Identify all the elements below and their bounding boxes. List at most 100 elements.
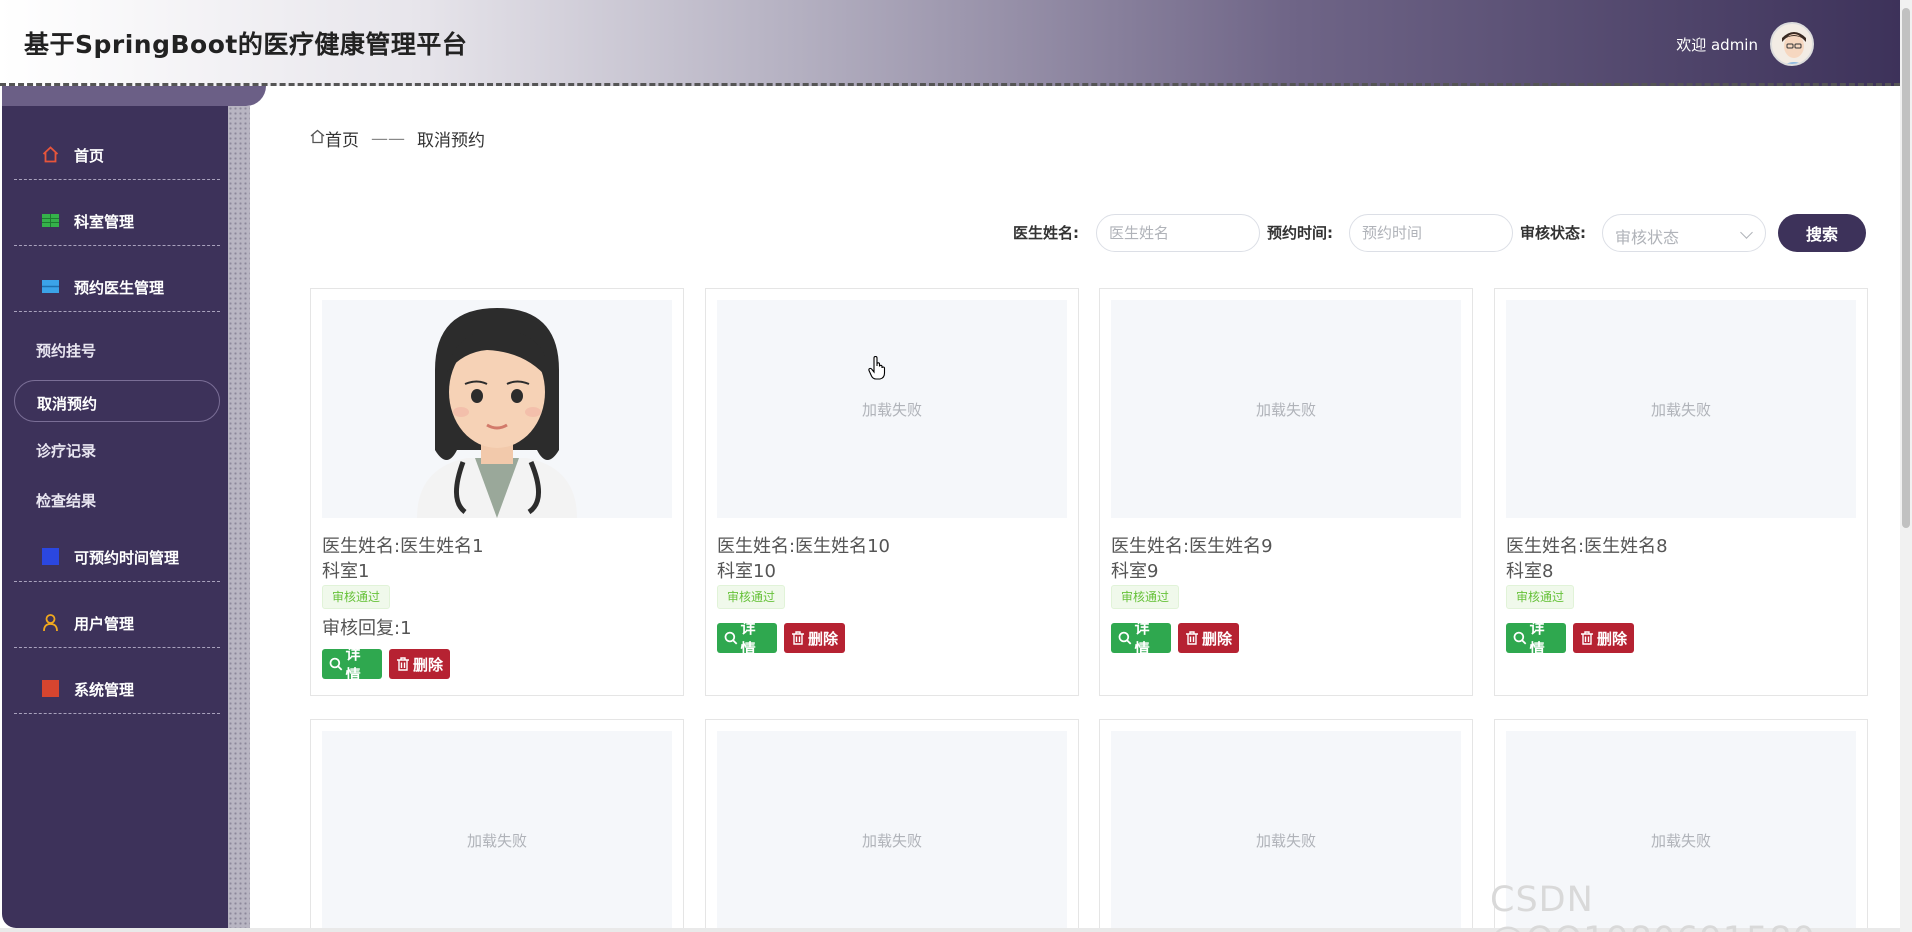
breadcrumb: 首页 —— 取消预约 (310, 126, 485, 151)
user-icon (42, 614, 59, 632)
sidebar-subitem-cancel-appointment[interactable]: 取消预约 (14, 380, 220, 422)
trash-icon (1186, 631, 1198, 645)
review-status-label: 审核状态: (1520, 224, 1586, 242)
search-button[interactable]: 搜索 (1778, 214, 1866, 252)
doctor-photo (322, 300, 672, 518)
department: 科室10 (717, 561, 776, 582)
status-badge: 审核通过 (322, 585, 391, 609)
trash-icon (397, 657, 409, 671)
detail-button[interactable]: 详情 (717, 619, 777, 658)
doctor-photo-failed: 加载失败 (322, 731, 672, 932)
appointment-card: 医生姓名:医生姓名1 科室1 审核通过 审核回复:1 详情 删除 (310, 288, 684, 696)
review-status-placeholder: 审核状态 (1615, 228, 1680, 247)
detail-button-label: 详情 (740, 619, 756, 658)
review-status-select[interactable]: 审核状态 (1602, 214, 1766, 252)
department: 科室1 (322, 561, 370, 582)
search-icon (329, 657, 343, 671)
detail-button[interactable]: 详情 (1506, 619, 1566, 658)
search-icon (1513, 631, 1527, 645)
delete-button-label: 删除 (413, 655, 444, 674)
sidebar-item-label: 系统管理 (74, 681, 135, 699)
department: 科室9 (1111, 561, 1159, 582)
sidebar-item-available-time[interactable]: 可预约时间管理 (14, 530, 220, 582)
review-reply: 审核回复:1 (322, 618, 412, 639)
delete-button[interactable]: 删除 (389, 649, 450, 679)
doctor-name-label: 医生姓名: (1013, 224, 1079, 242)
appointment-time-input[interactable] (1349, 214, 1513, 252)
sidebar-item-home[interactable]: 首页 (14, 128, 220, 180)
delete-button-label: 删除 (808, 629, 839, 648)
sidebar-item-departments[interactable]: 科室管理 (14, 194, 220, 246)
sidebar-subitem-exam-results[interactable]: 检查结果 (14, 478, 220, 520)
chevron-down-icon (1740, 226, 1753, 239)
delete-button[interactable]: 删除 (1178, 623, 1239, 653)
sidebar-subitem-treatment-records[interactable]: 诊疗记录 (14, 428, 220, 470)
sidebar-item-label: 预约医生管理 (74, 279, 165, 297)
trash-icon (792, 631, 804, 645)
hand-cursor-icon (868, 356, 886, 380)
delete-button[interactable]: 删除 (1573, 623, 1634, 653)
detail-button[interactable]: 详情 (322, 645, 382, 684)
doctor-photo-failed: 加载失败 (1111, 300, 1461, 518)
breadcrumb-home[interactable]: 首页 (325, 126, 359, 151)
watermark: CSDN @QQ1980691580 (1490, 880, 1815, 932)
sidebar-item-system[interactable]: 系统管理 (14, 662, 220, 714)
appointment-card: 加载失败 医生姓名:医生姓名8 科室8 审核通过 详情 删除 (1494, 288, 1868, 696)
delete-button-label: 删除 (1202, 629, 1233, 648)
doctor-photo-failed: 加载失败 (717, 731, 1067, 932)
doctor-name: 医生姓名:医生姓名8 (1506, 536, 1668, 557)
doctor-name: 医生姓名:医生姓名1 (322, 536, 484, 557)
doctor-photo-failed: 加载失败 (1506, 300, 1856, 518)
sidebar-cap (2, 86, 266, 106)
appointment-time-label: 预约时间: (1267, 224, 1333, 242)
sidebar-subitem-label: 取消预约 (37, 395, 98, 413)
sidebar-divider-strip (228, 106, 250, 928)
status-badge: 审核通过 (1506, 585, 1575, 609)
department: 科室8 (1506, 561, 1554, 582)
calendar-icon (42, 548, 59, 565)
doctor-photo-failed: 加载失败 (1111, 731, 1461, 932)
search-icon (1118, 631, 1132, 645)
sidebar-item-label: 科室管理 (74, 213, 135, 231)
scrollbar-thumb[interactable] (1902, 8, 1910, 528)
detail-button-label: 详情 (345, 645, 361, 684)
sidebar-subitem-label: 诊疗记录 (36, 442, 97, 460)
detail-button-label: 详情 (1134, 619, 1150, 658)
appointment-card: 加载失败 医生姓名:医生姓名10 科室10 审核通过 详情 删除 (705, 288, 1079, 696)
sidebar-item-label: 用户管理 (74, 615, 135, 633)
sidebar-item-label: 首页 (74, 147, 105, 165)
doctor-name-input[interactable] (1096, 214, 1260, 252)
breadcrumb-current: 取消预约 (417, 131, 485, 151)
sidebar-item-users[interactable]: 用户管理 (14, 596, 220, 648)
sidebar-subitem-label: 预约挂号 (36, 342, 97, 360)
home-icon[interactable] (310, 129, 325, 149)
trash-icon (1581, 631, 1593, 645)
page-scrollbar[interactable] (1900, 0, 1912, 932)
breadcrumb-separator: —— (371, 128, 405, 149)
appointment-card: 加载失败 医生姓名:医生姓名9 科室9 审核通过 详情 删除 (1099, 288, 1473, 696)
user-avatar[interactable] (1770, 22, 1814, 66)
doctor-photo-failed: 加载失败 (717, 300, 1067, 518)
list-icon (42, 278, 59, 295)
status-badge: 审核通过 (1111, 585, 1180, 609)
sidebar-subitem-label: 检查结果 (36, 492, 97, 510)
welcome-text: 欢迎 admin (1676, 36, 1758, 54)
app-title: 基于SpringBoot的医疗健康管理平台 (24, 30, 468, 59)
detail-button-label: 详情 (1529, 619, 1545, 658)
sidebar-subitem-register[interactable]: 预约挂号 (14, 328, 220, 370)
delete-button-label: 删除 (1597, 629, 1628, 648)
doctor-name: 医生姓名:医生姓名9 (1111, 536, 1273, 557)
doctor-name: 医生姓名:医生姓名10 (717, 536, 890, 557)
sidebar-item-doctor-appointments[interactable]: 预约医生管理 (14, 260, 220, 312)
home-icon (42, 146, 59, 163)
delete-button[interactable]: 删除 (784, 623, 845, 653)
sidebar-item-label: 可预约时间管理 (74, 549, 180, 567)
top-header: 基于SpringBoot的医疗健康管理平台 欢迎 admin (0, 0, 1900, 86)
appointment-card: 加载失败 (705, 719, 1079, 932)
status-badge: 审核通过 (717, 585, 786, 609)
detail-button[interactable]: 详情 (1111, 619, 1171, 658)
settings-icon (42, 680, 59, 697)
appointment-card: 加载失败 (310, 719, 684, 932)
search-icon (724, 631, 738, 645)
appointment-card: 加载失败 (1099, 719, 1473, 932)
